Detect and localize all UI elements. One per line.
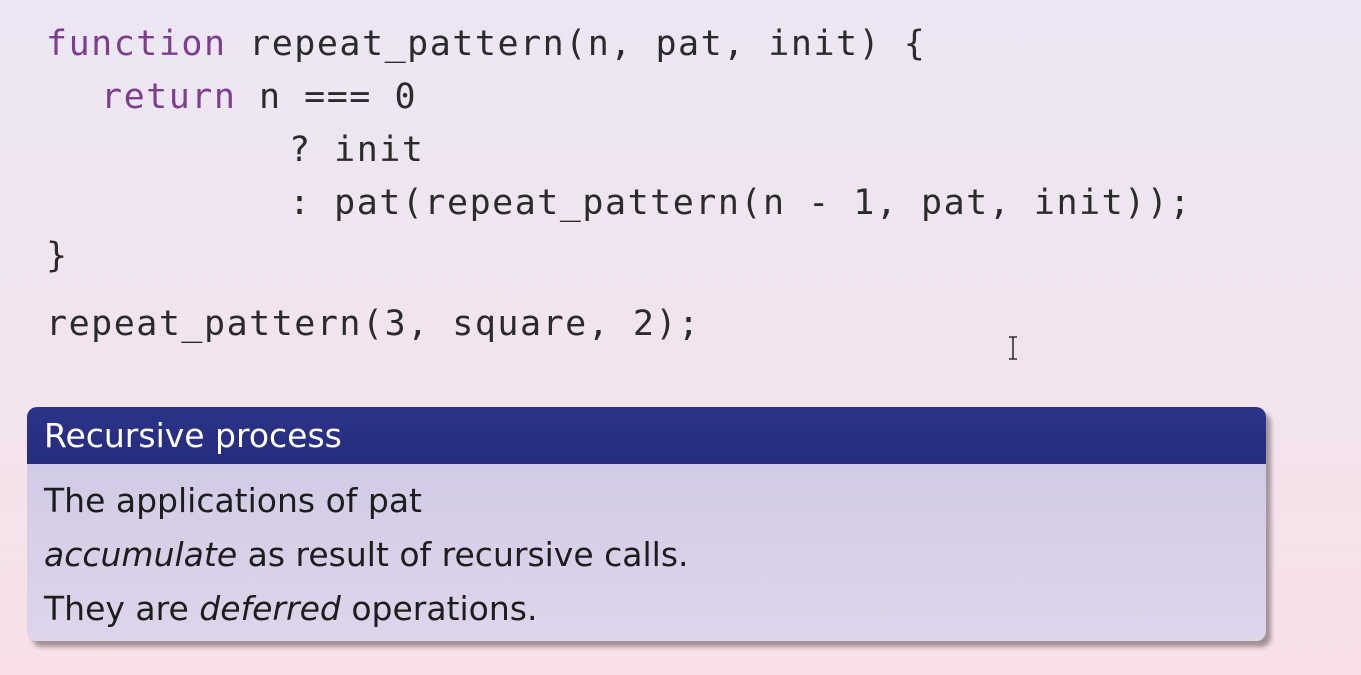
recursive-process-block: Recursive process The applications of pa… <box>27 407 1266 641</box>
keyword-function: function <box>46 24 227 64</box>
code-line-4: : pat(repeat_pattern(n - 1, pat, init)); <box>289 183 1192 223</box>
slide: function repeat_pattern(n, pat, init) {r… <box>0 0 1361 675</box>
block-line-2: accumulate as result of recursive calls. <box>44 528 1266 582</box>
text-cursor-icon <box>1009 336 1017 360</box>
code-line-3: ? init <box>289 130 425 170</box>
code-call-line: repeat_pattern(3, square, 2); <box>46 304 701 344</box>
emphasis-accumulate: accumulate <box>44 535 238 574</box>
code-line-2: return n === 0 <box>46 71 1192 124</box>
code-line-1: function repeat_pattern(n, pat, init) { <box>46 18 1192 71</box>
block-line-1: The applications of pat <box>44 481 422 520</box>
code-line-5: } <box>46 236 69 276</box>
block-line-2-text: as result of recursive calls. <box>237 535 689 574</box>
code-text: repeat_pattern(n, pat, init) { <box>226 24 927 64</box>
block-title: Recursive process <box>27 407 1266 464</box>
code-text: n === 0 <box>236 77 418 117</box>
block-line-3: They are deferred operations. <box>44 582 1266 636</box>
block-body: The applications of pat accumulate as re… <box>27 464 1266 641</box>
keyword-return: return <box>101 77 237 117</box>
block-line-3-pre: They are <box>44 589 200 628</box>
block-line-3-post: operations. <box>340 589 538 628</box>
emphasis-deferred: deferred <box>199 589 341 628</box>
code-block: function repeat_pattern(n, pat, init) {r… <box>46 18 1192 351</box>
